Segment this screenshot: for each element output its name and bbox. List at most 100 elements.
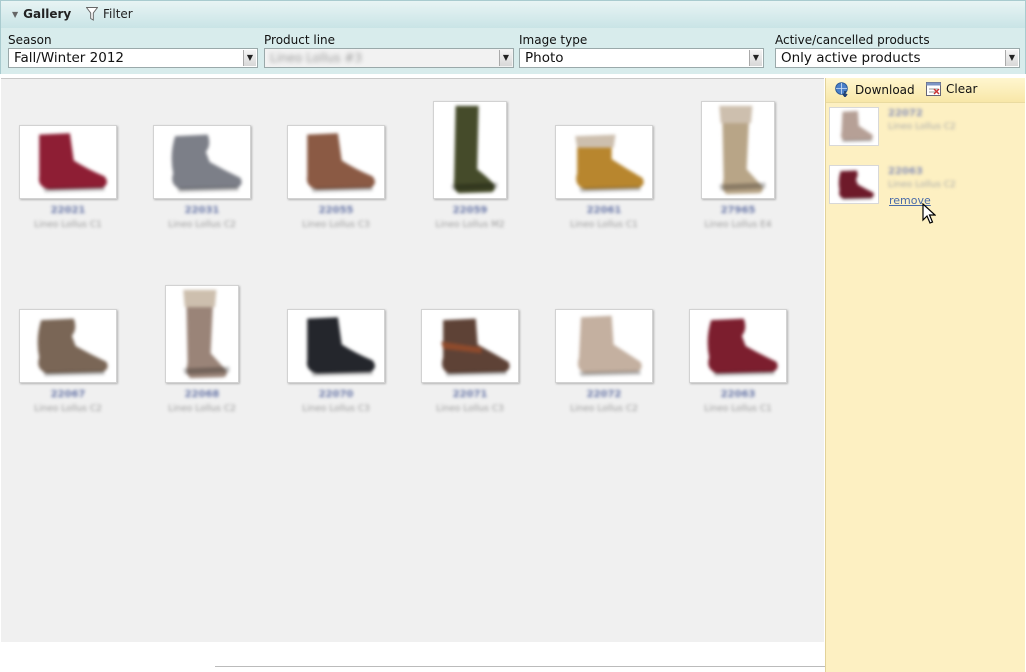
download-button[interactable]: Download xyxy=(835,82,915,97)
product-line-select[interactable]: Lineo Lollus #3 ▼ xyxy=(264,48,514,68)
filter-label: Filter xyxy=(103,7,133,21)
product-code[interactable]: 22070 xyxy=(269,389,403,400)
image-type-select[interactable]: Photo ▼ xyxy=(519,48,764,68)
product-thumbnail[interactable] xyxy=(701,101,775,199)
season-label: Season xyxy=(8,33,52,47)
boot-image xyxy=(38,133,107,193)
selected-item: 22072 Lineo Lollus C2 xyxy=(829,107,1019,147)
boot-image xyxy=(577,315,642,377)
gallery-item[interactable]: 22063 Lineo Lollus C1 xyxy=(671,285,805,435)
boot-image xyxy=(306,133,375,193)
funnel-icon xyxy=(86,7,98,21)
active-products-value: Only active products xyxy=(781,50,921,66)
dropdown-arrow-icon[interactable]: ▼ xyxy=(1005,50,1018,66)
selected-code: 22063 xyxy=(888,166,923,177)
gallery-grid: 22021 Lineo Lollus C1 22031 Lineo Lollus C2… xyxy=(1,78,824,642)
product-thumbnail[interactable] xyxy=(689,309,787,383)
download-globe-icon xyxy=(835,82,848,97)
season-value: Fall/Winter 2012 xyxy=(14,50,125,66)
product-line-text: Lineo Lollus C3 xyxy=(302,220,370,230)
image-type-label: Image type xyxy=(519,33,588,47)
gallery-toggle[interactable]: ▼ Gallery xyxy=(12,7,71,21)
gallery-item[interactable]: 22068 Lineo Lollus C2 xyxy=(135,285,269,435)
dropdown-arrow-icon[interactable]: ▼ xyxy=(243,50,256,66)
product-line-filter: Product line Lineo Lollus #3 ▼ xyxy=(264,33,514,68)
product-thumbnail[interactable] xyxy=(153,125,251,199)
product-thumbnail[interactable] xyxy=(287,125,385,199)
product-thumbnail[interactable] xyxy=(19,125,117,199)
clear-list-icon xyxy=(926,82,941,96)
active-products-filter: Active/cancelled products Only active pr… xyxy=(775,33,1020,68)
product-code[interactable]: 22072 xyxy=(537,389,671,400)
selected-code: 22072 xyxy=(888,108,923,119)
product-line-text: Lineo Lollus C3 xyxy=(436,404,504,414)
product-line-text: Lineo Lollus C2 xyxy=(168,220,236,230)
product-code[interactable]: 27965 xyxy=(671,205,805,216)
active-products-select[interactable]: Only active products ▼ xyxy=(775,48,1020,68)
boot-image xyxy=(171,134,242,193)
selection-panel: Download Clear 22072 Lineo Lollus C2 22063… xyxy=(825,78,1025,672)
gallery-item[interactable]: 22031 Lineo Lollus C2 xyxy=(135,101,269,251)
product-thumbnail[interactable] xyxy=(555,309,653,383)
boot-image xyxy=(707,318,778,377)
gallery-item[interactable]: 22059 Lineo Lollus M2 xyxy=(403,101,537,251)
filter-bar: Season Fall/Winter 2012 ▼ Product line L… xyxy=(0,28,1026,74)
boot-image xyxy=(840,110,873,143)
gallery-item[interactable]: 27965 Lineo Lollus E4 xyxy=(671,101,805,251)
gallery-item[interactable]: 22071 Lineo Lollus C3 xyxy=(403,285,537,435)
season-filter: Season Fall/Winter 2012 ▼ xyxy=(8,33,258,68)
selected-line: Lineo Lollus C2 xyxy=(888,180,956,190)
collapse-caret-icon: ▼ xyxy=(12,9,19,19)
product-code[interactable]: 22071 xyxy=(403,389,537,400)
active-products-label: Active/cancelled products xyxy=(775,33,930,47)
selected-thumbnail[interactable] xyxy=(829,107,879,146)
filter-button[interactable]: Filter xyxy=(86,7,133,21)
product-code[interactable]: 22059 xyxy=(403,205,537,216)
gallery-item[interactable]: 22070 Lineo Lollus C3 xyxy=(269,285,403,435)
product-line-value: Lineo Lollus #3 xyxy=(270,51,363,65)
product-code[interactable]: 22055 xyxy=(269,205,403,216)
product-line-text: Lineo Lollus C2 xyxy=(570,404,638,414)
product-code[interactable]: 22067 xyxy=(1,389,135,400)
clear-label: Clear xyxy=(946,82,978,96)
product-code[interactable]: 22068 xyxy=(135,389,269,400)
gallery-item[interactable]: 22055 Lineo Lollus C3 xyxy=(269,101,403,251)
product-line-label: Product line xyxy=(264,33,336,47)
image-type-filter: Image type Photo ▼ xyxy=(519,33,764,68)
boot-image xyxy=(183,289,230,379)
product-thumbnail[interactable] xyxy=(421,309,519,383)
product-code[interactable]: 22021 xyxy=(1,205,135,216)
dropdown-arrow-icon[interactable]: ▼ xyxy=(499,50,512,66)
selected-line: Lineo Lollus C2 xyxy=(888,122,956,132)
divider xyxy=(215,666,826,667)
gallery-label: Gallery xyxy=(23,7,72,21)
mouse-cursor-icon xyxy=(922,203,936,224)
product-thumbnail[interactable] xyxy=(19,309,117,383)
product-thumbnail[interactable] xyxy=(433,101,507,199)
selected-thumbnail[interactable] xyxy=(829,165,879,204)
product-thumbnail[interactable] xyxy=(165,285,239,383)
product-code[interactable]: 22063 xyxy=(671,389,805,400)
product-line-text: Lineo Lollus C1 xyxy=(34,220,102,230)
download-label: Download xyxy=(855,82,915,97)
gallery-item[interactable]: 22072 Lineo Lollus C2 xyxy=(537,285,671,435)
product-thumbnail[interactable] xyxy=(287,309,385,383)
product-thumbnail[interactable] xyxy=(555,125,653,199)
product-line-text: Lineo Lollus C1 xyxy=(704,404,772,414)
dropdown-arrow-icon[interactable]: ▼ xyxy=(749,50,762,66)
product-line-text: Lineo Lollus C2 xyxy=(168,404,236,414)
boot-image xyxy=(451,105,498,194)
boot-image xyxy=(37,318,108,377)
clear-button[interactable]: Clear xyxy=(926,82,977,96)
boot-image xyxy=(306,317,375,377)
season-select[interactable]: Fall/Winter 2012 ▼ xyxy=(8,48,258,68)
product-line-text: Lineo Lollus M2 xyxy=(435,220,505,230)
gallery-item[interactable]: 22021 Lineo Lollus C1 xyxy=(1,101,135,251)
selected-item: 22063 Lineo Lollus C2 remove xyxy=(829,165,1019,207)
product-line-text: Lineo Lollus C3 xyxy=(302,404,370,414)
product-code[interactable]: 22061 xyxy=(537,205,671,216)
gallery-item[interactable]: 22067 Lineo Lollus C2 xyxy=(1,285,135,435)
product-code[interactable]: 22031 xyxy=(135,205,269,216)
gallery-item[interactable]: 22061 Lineo Lollus C1 xyxy=(537,101,671,251)
product-line-text: Lineo Lollus C2 xyxy=(34,404,102,414)
